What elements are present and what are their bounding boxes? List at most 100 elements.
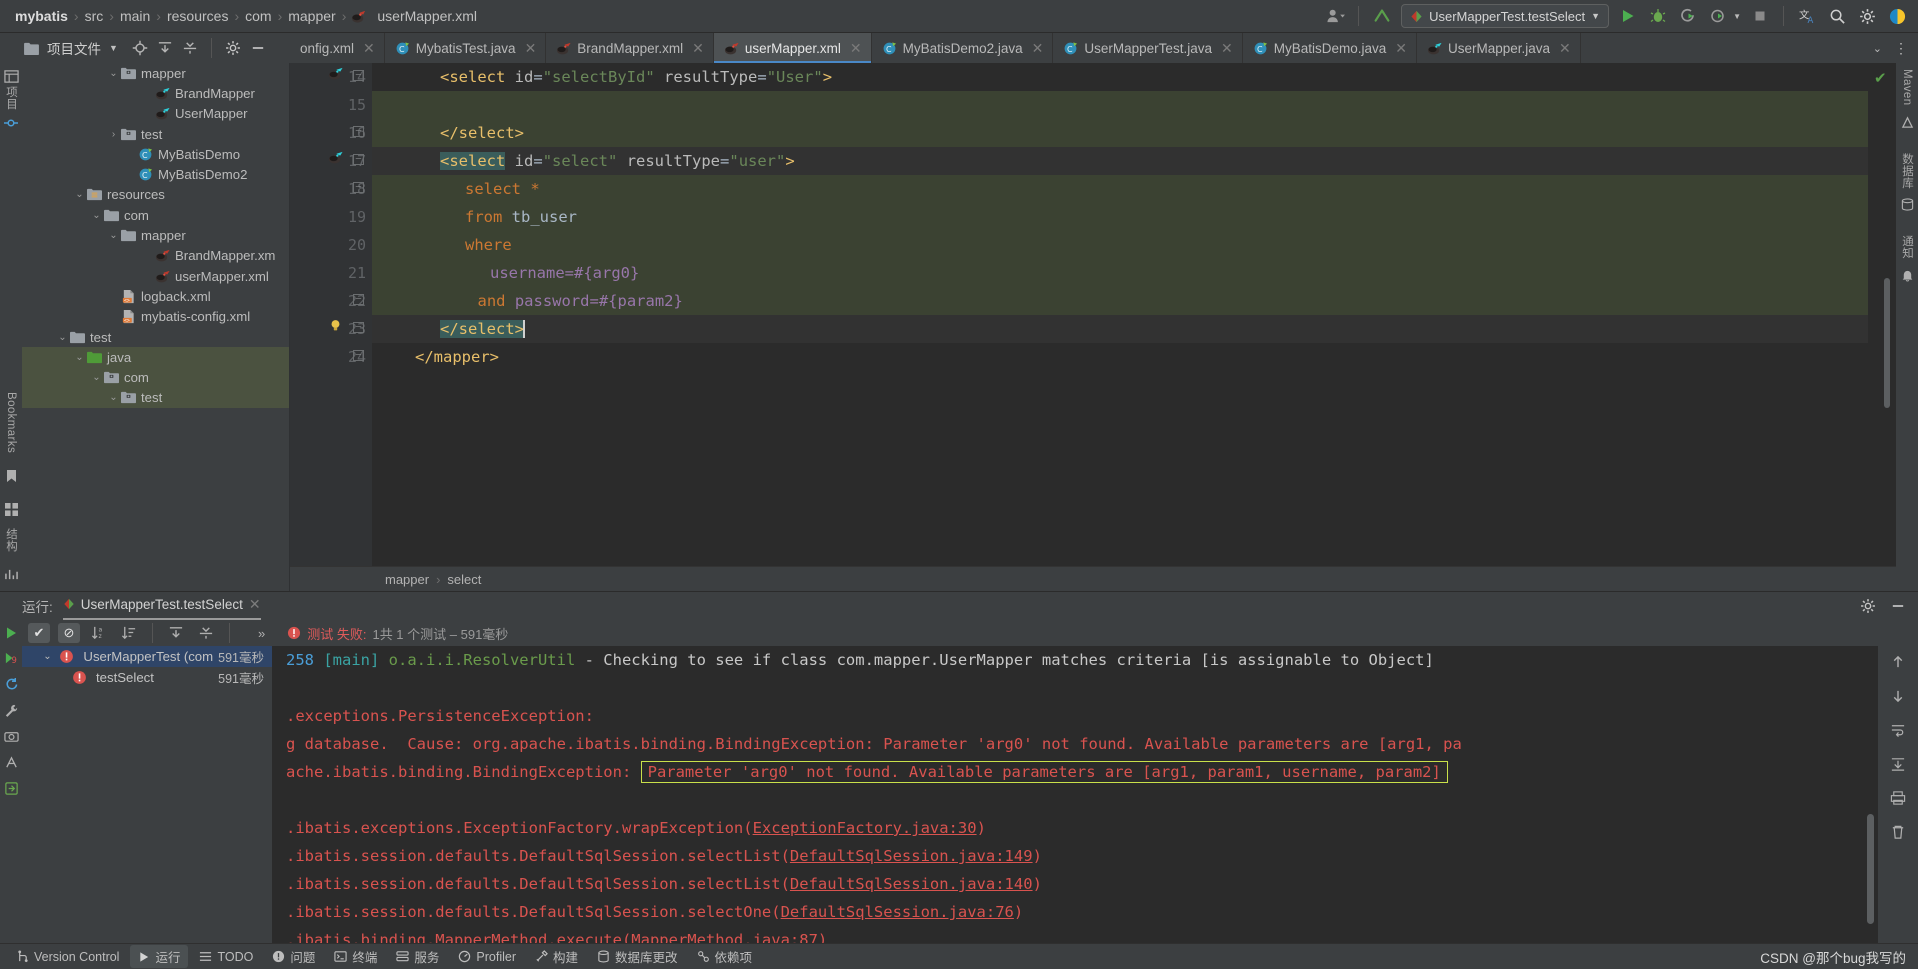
run-configuration-selector[interactable]: UserMapperTest.testSelect ▼ — [1401, 4, 1610, 28]
commit-tool-icon[interactable] — [4, 116, 18, 130]
show-ignored-toggle[interactable]: ⊘ — [58, 623, 80, 643]
updates-arrow-icon[interactable] — [1371, 5, 1393, 27]
close-icon[interactable]: ✕ — [850, 40, 862, 57]
editor-gutter[interactable]: 14– 15 16–17–18– 19 20 21 22–23–24– — [290, 63, 372, 566]
breadcrumb-com[interactable]: com — [240, 8, 276, 24]
scroll-to-end-icon[interactable] — [1890, 756, 1906, 772]
hide-panel-icon[interactable] — [1890, 598, 1906, 614]
left-strip-label-project[interactable]: 项目 — [3, 86, 19, 110]
editor-tab-usermapper-xml[interactable]: userMapper.xml ✕ — [713, 33, 872, 63]
status-bar-item--[interactable]: 依赖项 — [689, 945, 761, 968]
breadcrumb-src[interactable]: src — [80, 8, 109, 24]
locate-file-icon[interactable] — [132, 40, 148, 56]
project-tree-item[interactable]: <> mybatis-config.xml — [22, 307, 289, 327]
editor-tab-brandmapper-xml[interactable]: BrandMapper.xml ✕ — [546, 33, 714, 63]
left-strip-label-structure[interactable]: 结构 — [3, 528, 19, 552]
scroll-up-icon[interactable] — [1890, 654, 1906, 670]
chevron-down-icon[interactable]: ⌄ — [43, 651, 54, 662]
run-tab-usermappertest[interactable]: UserMapperTest.testSelect ✕ — [62, 596, 261, 620]
gear-icon[interactable] — [1856, 5, 1878, 27]
rerun-automatically-icon[interactable] — [4, 677, 19, 692]
code-fold-toggle[interactable]: – — [353, 182, 364, 193]
close-icon[interactable]: ✕ — [1221, 40, 1233, 57]
console-output[interactable]: 258 [main] o.a.i.i.ResolverUtil - Checki… — [272, 646, 1878, 943]
editor-tab-mybatistest-java[interactable]: C MybatisTest.java ✕ — [384, 33, 547, 63]
code-line[interactable]: </mapper> — [372, 343, 1868, 371]
run-with-coverage-button[interactable] — [1677, 5, 1699, 27]
breadcrumb-main[interactable]: main — [115, 8, 155, 24]
status-bar-item--[interactable]: 运行 — [130, 945, 189, 968]
inspection-ok-icon[interactable]: ✔ — [1874, 69, 1887, 87]
chevron-down-icon[interactable]: ⌄ — [90, 372, 103, 383]
breadcrumb-mapper[interactable]: mapper — [283, 8, 340, 24]
status-bar-item--[interactable]: 构建 — [527, 945, 586, 968]
analyze-icon[interactable] — [4, 568, 18, 581]
mybatis-statement-gutter-icon[interactable] — [328, 150, 343, 165]
editor-tab-onfig-xml[interactable]: onfig.xml ✕ — [290, 33, 385, 63]
chevron-down-icon[interactable]: ▼ — [1591, 11, 1600, 21]
editor-tab-usermapper-java[interactable]: UserMapper.java ✕ — [1416, 33, 1581, 63]
test-tree-row[interactable]: testSelect 591毫秒 — [22, 667, 272, 688]
gutter-line[interactable]: 15 — [290, 91, 372, 119]
code-area[interactable]: <select id = "selectById" resultType = "User… — [372, 63, 1868, 566]
console-stacktrace-link[interactable]: DefaultSqlSession.java:149 — [790, 847, 1033, 865]
clear-all-icon[interactable] — [1890, 824, 1906, 840]
expand-all-icon[interactable] — [165, 623, 187, 643]
console-scrollbar-thumb[interactable] — [1867, 814, 1874, 924]
chevron-down-icon[interactable]: ⌄ — [1873, 42, 1882, 55]
expand-all-icon[interactable] — [157, 40, 173, 56]
status-bar-item-profiler[interactable]: Profiler — [450, 948, 524, 966]
right-strip-label-notifications[interactable]: 通知 — [1899, 235, 1915, 259]
right-strip-label-database[interactable]: 数据库 — [1899, 153, 1915, 189]
chevron-down-icon[interactable]: ⌄ — [73, 189, 86, 200]
scroll-down-icon[interactable] — [1890, 688, 1906, 704]
close-icon[interactable]: ✕ — [1032, 40, 1044, 57]
user-account-icon[interactable] — [1324, 5, 1346, 27]
editor-scrollbar-thumb[interactable] — [1884, 278, 1890, 408]
maven-icon[interactable] — [1901, 115, 1914, 129]
status-bar-item-todo[interactable]: TODO — [191, 948, 261, 966]
project-tree-item[interactable]: UserMapper — [22, 104, 289, 124]
project-tree-item[interactable]: BrandMapper.xm — [22, 246, 289, 266]
project-tree-item[interactable]: userMapper.xml — [22, 266, 289, 286]
editor-tab-usermappertest-java[interactable]: C UserMapperTest.java ✕ — [1053, 33, 1243, 63]
gutter-line[interactable]: 17– — [290, 147, 372, 175]
intention-bulb-icon[interactable] — [328, 318, 343, 333]
chevron-down-icon[interactable]: ▼ — [1733, 12, 1741, 21]
camera-icon[interactable] — [3, 729, 19, 744]
console-stacktrace-link[interactable]: MapperMethod.java:87 — [631, 931, 818, 943]
breadcrumb-file[interactable]: userMapper.xml — [347, 8, 482, 24]
profile-button[interactable] — [1707, 5, 1729, 27]
search-icon[interactable] — [1826, 5, 1848, 27]
status-bar-item--[interactable]: 数据库更改 — [589, 945, 686, 968]
show-passed-toggle[interactable]: ✔ — [28, 623, 50, 643]
breadcrumb-resources[interactable]: resources — [162, 8, 233, 24]
gutter-line[interactable]: 16– — [290, 119, 372, 147]
code-line[interactable]: </select> — [372, 119, 1868, 147]
gutter-line[interactable]: 19 — [290, 203, 372, 231]
project-tree-item[interactable]: ⌄ com — [22, 367, 289, 388]
chevron-right-icon[interactable]: › — [107, 129, 120, 140]
gutter-line[interactable]: 14– — [290, 63, 372, 91]
more-options-icon[interactable]: ⋮ — [1894, 40, 1908, 57]
project-tree-item[interactable]: C MyBatisDemo — [22, 144, 289, 164]
soft-wrap-icon[interactable] — [1890, 722, 1906, 738]
settings-wrench-icon[interactable] — [4, 703, 19, 718]
database-icon[interactable] — [1901, 198, 1914, 211]
project-tree-item[interactable]: ⌄ resources — [22, 185, 289, 205]
chevron-down-icon[interactable]: ⌄ — [107, 68, 120, 79]
gutter-line[interactable]: 21 — [290, 259, 372, 287]
code-fold-toggle[interactable]: – — [353, 70, 364, 81]
structure-icon[interactable] — [4, 503, 18, 517]
stop-button[interactable] — [1749, 5, 1771, 27]
editor-tab-mybatisdemo-java[interactable]: C MyBatisDemo.java ✕ — [1242, 33, 1417, 63]
close-icon[interactable]: ✕ — [1559, 40, 1571, 57]
thread-dump-icon[interactable] — [4, 755, 19, 770]
code-fold-toggle[interactable]: – — [353, 294, 364, 305]
project-tree-item[interactable]: BrandMapper — [22, 83, 289, 103]
close-icon[interactable]: ✕ — [1395, 40, 1407, 57]
test-tree-row[interactable]: ⌄ UserMapperTest (com 591毫秒 — [22, 646, 272, 667]
project-tree-panel[interactable]: ⌄ mapper BrandMapper UserMapper › test C MyBati… — [22, 63, 290, 591]
gutter-line[interactable]: 22– — [290, 287, 372, 315]
project-tree-item[interactable]: ⌄ mapper — [22, 63, 289, 83]
